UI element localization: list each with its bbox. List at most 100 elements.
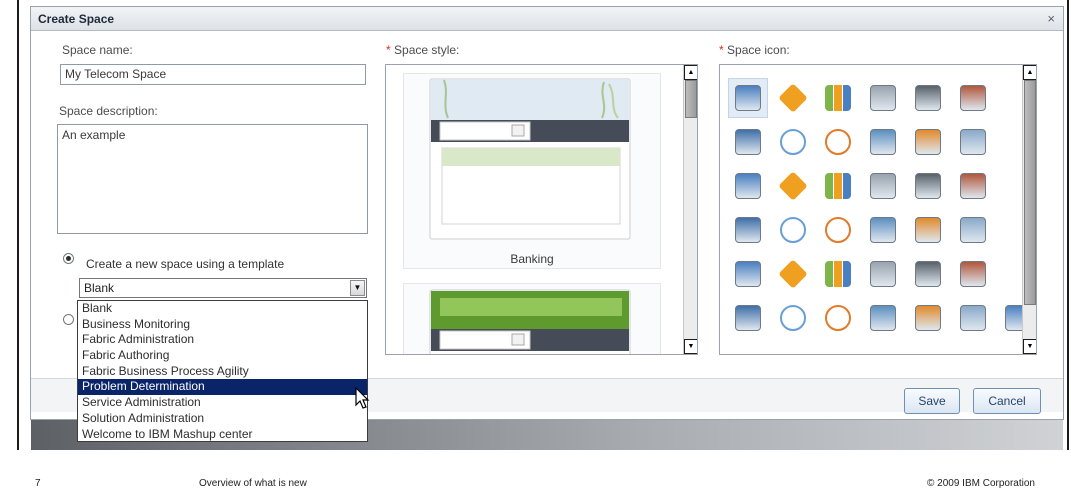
laptop-icon[interactable]	[908, 254, 948, 294]
puzzle-icon-glyph	[825, 173, 851, 199]
mobile-phone-icon[interactable]	[908, 122, 948, 162]
bar-chart-icon[interactable]	[818, 78, 858, 118]
space-style-label: * Space style:	[386, 43, 459, 57]
books-icon-glyph	[960, 85, 986, 111]
dropdown-option[interactable]: Fabric Administration	[78, 332, 367, 348]
radio-other-option[interactable]	[63, 314, 74, 325]
icon-grid-scrollbar[interactable]: ▲ ▼	[1022, 65, 1036, 354]
space-style-list[interactable]: Banking ▲ ▼	[385, 64, 698, 355]
window-icon[interactable]	[728, 78, 768, 118]
rss-feed-icon-glyph	[915, 173, 941, 199]
trend-chart-icon[interactable]	[953, 254, 993, 294]
computer-icon-glyph	[960, 129, 986, 155]
puzzle-icon[interactable]	[818, 166, 858, 206]
space-style-label-text: Space style:	[394, 43, 460, 57]
space-name-input[interactable]: My Telecom Space	[60, 64, 366, 85]
scroll-up-icon[interactable]: ▲	[684, 65, 697, 80]
team-icon[interactable]	[818, 254, 858, 294]
scroll-thumb[interactable]	[1024, 80, 1036, 305]
team-icon-glyph	[825, 261, 851, 287]
car-icon-glyph	[780, 129, 806, 155]
warning-icon[interactable]	[773, 78, 813, 118]
person-icon[interactable]	[953, 210, 993, 250]
globe-server-icon[interactable]	[728, 210, 768, 250]
dropdown-option[interactable]: Fabric Authoring	[78, 348, 367, 364]
space-name-label: Space name:	[62, 43, 133, 57]
bar-chart-icon-glyph	[825, 85, 851, 111]
area-chart-icon[interactable]	[863, 210, 903, 250]
dropdown-option-highlighted[interactable]: Problem Determination	[78, 379, 367, 396]
shopping-cart-icon[interactable]	[863, 298, 903, 338]
form-icon[interactable]	[863, 166, 903, 206]
style-list-scrollbar[interactable]: ▲ ▼	[683, 65, 697, 354]
briefcase-icon[interactable]	[908, 78, 948, 118]
home-icon[interactable]	[818, 210, 858, 250]
document-icon[interactable]	[728, 298, 768, 338]
dropdown-option[interactable]: Business Monitoring	[78, 317, 367, 333]
dropdown-option[interactable]: Solution Administration	[78, 411, 367, 427]
shopping-basket-icon[interactable]	[863, 254, 903, 294]
slide-title: Overview of what is new	[199, 478, 307, 489]
green-style-thumbnail	[429, 289, 631, 354]
scroll-down-icon[interactable]: ▼	[684, 339, 697, 354]
printer-icon-glyph	[915, 305, 941, 331]
dropdown-option[interactable]: Service Administration	[78, 395, 367, 411]
scroll-thumb[interactable]	[685, 80, 697, 118]
rss-feed-icon[interactable]	[908, 166, 948, 206]
dropdown-option[interactable]: Welcome to IBM Mashup center	[78, 427, 367, 443]
clock-icon-glyph	[825, 129, 851, 155]
dropdown-option[interactable]: Fabric Business Process Agility	[78, 364, 367, 380]
laptop-icon-glyph	[915, 261, 941, 287]
line-chart-icon[interactable]	[908, 210, 948, 250]
radio-create-from-template[interactable]	[63, 253, 74, 264]
id-card-icon[interactable]	[728, 166, 768, 206]
close-icon[interactable]: ×	[1047, 11, 1055, 26]
space-description-label: Space description:	[59, 104, 158, 118]
clock-icon[interactable]	[818, 122, 858, 162]
folder-icon[interactable]	[953, 298, 993, 338]
computer-icon[interactable]	[953, 122, 993, 162]
documents-icon[interactable]	[953, 166, 993, 206]
form-icon-glyph	[870, 173, 896, 199]
scroll-down-icon[interactable]: ▼	[1023, 339, 1036, 354]
template-dropdown-list[interactable]: Blank Business Monitoring Fabric Adminis…	[77, 300, 368, 442]
network-icon-glyph	[870, 129, 896, 155]
space-icon-label-text: Space icon:	[727, 43, 790, 57]
save-button[interactable]: Save	[904, 388, 960, 414]
space-icon-grid[interactable]: ▲ ▼	[719, 64, 1037, 355]
scroll-up-icon[interactable]: ▲	[1023, 65, 1036, 80]
envelope-icon[interactable]	[773, 298, 813, 338]
dropdown-option[interactable]: Blank	[78, 301, 367, 317]
car-icon[interactable]	[773, 122, 813, 162]
shopping-cart-icon-glyph	[870, 305, 896, 331]
folder-icon-glyph	[960, 305, 986, 331]
calculator-icon[interactable]	[728, 122, 768, 162]
radio-create-from-template-label: Create a new space using a template	[86, 257, 285, 271]
database-icon[interactable]	[773, 166, 813, 206]
cancel-button[interactable]: Cancel	[973, 388, 1041, 414]
calculator-icon-glyph	[735, 129, 761, 155]
briefcase-icon-glyph	[915, 85, 941, 111]
businessman-icon-glyph	[735, 261, 761, 287]
shopping-basket-icon-glyph	[870, 261, 896, 287]
org-chart-icon[interactable]	[818, 298, 858, 338]
user-key-icon-glyph	[780, 217, 806, 243]
style-option-green[interactable]	[403, 283, 661, 354]
network-icon[interactable]	[863, 122, 903, 162]
chevron-down-icon[interactable]: ▼	[350, 280, 365, 296]
required-marker: *	[719, 43, 724, 57]
user-key-icon[interactable]	[773, 210, 813, 250]
space-description-textarea[interactable]: An example	[57, 124, 368, 234]
template-select[interactable]: Blank ▼	[79, 278, 367, 298]
slide-page-number: 7	[35, 478, 41, 489]
printer-icon[interactable]	[908, 298, 948, 338]
mouse-cursor-icon	[355, 387, 370, 409]
customer-icon[interactable]	[773, 254, 813, 294]
template-select-value: Blank	[84, 281, 115, 295]
service-bell-icon[interactable]	[863, 78, 903, 118]
slide-copyright: © 2009 IBM Corporation	[927, 478, 1035, 489]
style-option-banking[interactable]: Banking	[403, 73, 661, 269]
businessman-icon[interactable]	[728, 254, 768, 294]
dialog-title-bar[interactable]: Create Space ×	[31, 7, 1063, 31]
books-icon[interactable]	[953, 78, 993, 118]
